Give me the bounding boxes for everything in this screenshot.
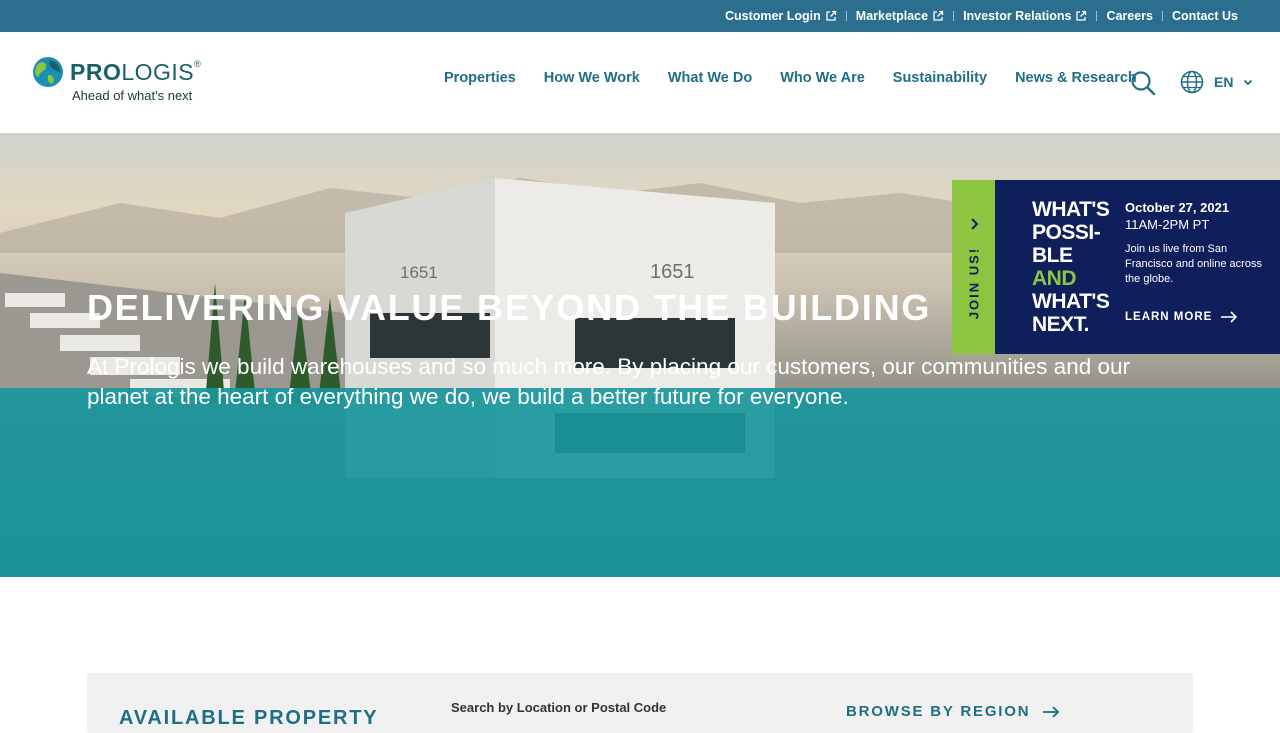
nav-item-properties[interactable]: Properties	[444, 70, 516, 86]
learn-more-label: LEARN MORE	[1125, 311, 1213, 323]
investor-relations-link[interactable]: Investor Relations	[963, 9, 1087, 23]
globe-logo-icon	[33, 57, 63, 87]
property-search-panel: AVAILABLE PROPERTY Search by Location or…	[87, 673, 1193, 733]
careers-link[interactable]: Careers	[1106, 9, 1153, 23]
contact-us-link[interactable]: Contact Us	[1172, 9, 1238, 23]
utility-nav: Customer Login Marketplace Investor Rela…	[725, 0, 1238, 32]
event-logo-line: BLE	[1032, 244, 1073, 267]
utility-item-customer-login[interactable]: Customer Login	[725, 9, 837, 23]
chevron-down-icon	[1244, 79, 1253, 86]
hero-title: DELIVERING VALUE BEYOND THE BUILDING	[87, 287, 932, 328]
globe-icon	[1180, 70, 1204, 94]
brand-name-bold: PRO	[70, 59, 122, 85]
site-header: PROLOGIS® Ahead of what's next Propertie…	[0, 32, 1280, 133]
brand-name-light: LOGIS	[121, 59, 195, 85]
marketplace-label: Marketplace	[855, 9, 929, 23]
svg-text:1651: 1651	[650, 261, 695, 283]
event-logo-line: WHAT'S	[1032, 290, 1110, 313]
event-logo-line: NEXT.	[1032, 313, 1090, 336]
registered-mark: ®	[194, 59, 202, 69]
join-us-tab[interactable]: JOIN US!	[952, 180, 995, 354]
event-logo-line: POSSI-	[1032, 221, 1101, 244]
svg-text:1651: 1651	[400, 263, 438, 282]
main-nav: Properties How We Work What We Do Who We…	[444, 70, 1137, 86]
join-us-label: JOIN US!	[966, 246, 982, 320]
utility-item-careers[interactable]: Careers	[1106, 9, 1153, 23]
utility-separator	[845, 11, 847, 21]
arrow-right-icon	[1043, 705, 1060, 718]
customer-login-link[interactable]: Customer Login	[725, 9, 837, 23]
available-property-heading: AVAILABLE PROPERTY	[119, 707, 379, 729]
browse-by-region-label: BROWSE BY REGION	[846, 703, 1031, 720]
utility-bar: Customer Login Marketplace Investor Rela…	[0, 0, 1280, 32]
location-search-label: Search by Location or Postal Code	[451, 700, 667, 715]
nav-item-who-we-are[interactable]: Who We Are	[780, 70, 865, 86]
customer-login-label: Customer Login	[724, 9, 821, 23]
nav-item-sustainability[interactable]: Sustainability	[893, 70, 987, 86]
prologis-logo[interactable]: PROLOGIS® Ahead of what's next	[32, 56, 207, 106]
event-description: Join us live from San Francisco and onli…	[1125, 243, 1262, 285]
nav-item-news-research[interactable]: News & Research	[1015, 70, 1137, 86]
event-logo-line: AND	[1032, 267, 1077, 290]
chevron-right-icon	[971, 218, 979, 230]
nav-item-what-we-do[interactable]: What We Do	[668, 70, 752, 86]
browse-by-region-link[interactable]: BROWSE BY REGION	[846, 703, 1060, 720]
investor-relations-label: Investor Relations	[963, 9, 1072, 23]
event-date: October 27, 2021	[1125, 200, 1230, 215]
utility-separator	[953, 11, 955, 21]
marketplace-link[interactable]: Marketplace	[856, 9, 944, 23]
brand-tagline: Ahead of what's next	[72, 88, 193, 103]
brand-wordmark: PROLOGIS®	[70, 59, 201, 86]
utility-separator	[1096, 11, 1098, 21]
utility-item-contact-us[interactable]: Contact Us	[1172, 9, 1238, 23]
utility-separator	[1162, 11, 1164, 21]
hero-description: At Prologis we build warehouses and so m…	[87, 354, 1130, 409]
arrow-right-icon	[1221, 311, 1238, 323]
learn-more-link[interactable]: LEARN MORE	[1125, 311, 1238, 323]
event-logo: WHAT'S POSSI- BLE AND WHAT'S NEXT.	[1032, 198, 1110, 336]
event-time: 11AM-2PM PT	[1125, 217, 1210, 232]
external-link-icon	[1076, 10, 1087, 21]
careers-label: Careers	[1106, 9, 1154, 23]
utility-item-investor-relations[interactable]: Investor Relations	[963, 9, 1087, 23]
event-logo-line: WHAT'S	[1032, 198, 1110, 221]
contact-us-label: Contact Us	[1172, 9, 1238, 23]
event-promo-card[interactable]: JOIN US! WHAT'S POSSI- BLE AND WHAT'S NE…	[952, 180, 1280, 354]
utility-item-marketplace[interactable]: Marketplace	[856, 9, 944, 23]
nav-item-how-we-work[interactable]: How We Work	[544, 70, 640, 86]
language-label: EN	[1214, 74, 1234, 90]
search-icon[interactable]	[1130, 70, 1156, 96]
language-selector[interactable]: EN	[1180, 70, 1253, 94]
external-link-icon	[826, 10, 836, 21]
external-link-icon	[933, 10, 944, 21]
hero-text-band	[0, 388, 1280, 577]
